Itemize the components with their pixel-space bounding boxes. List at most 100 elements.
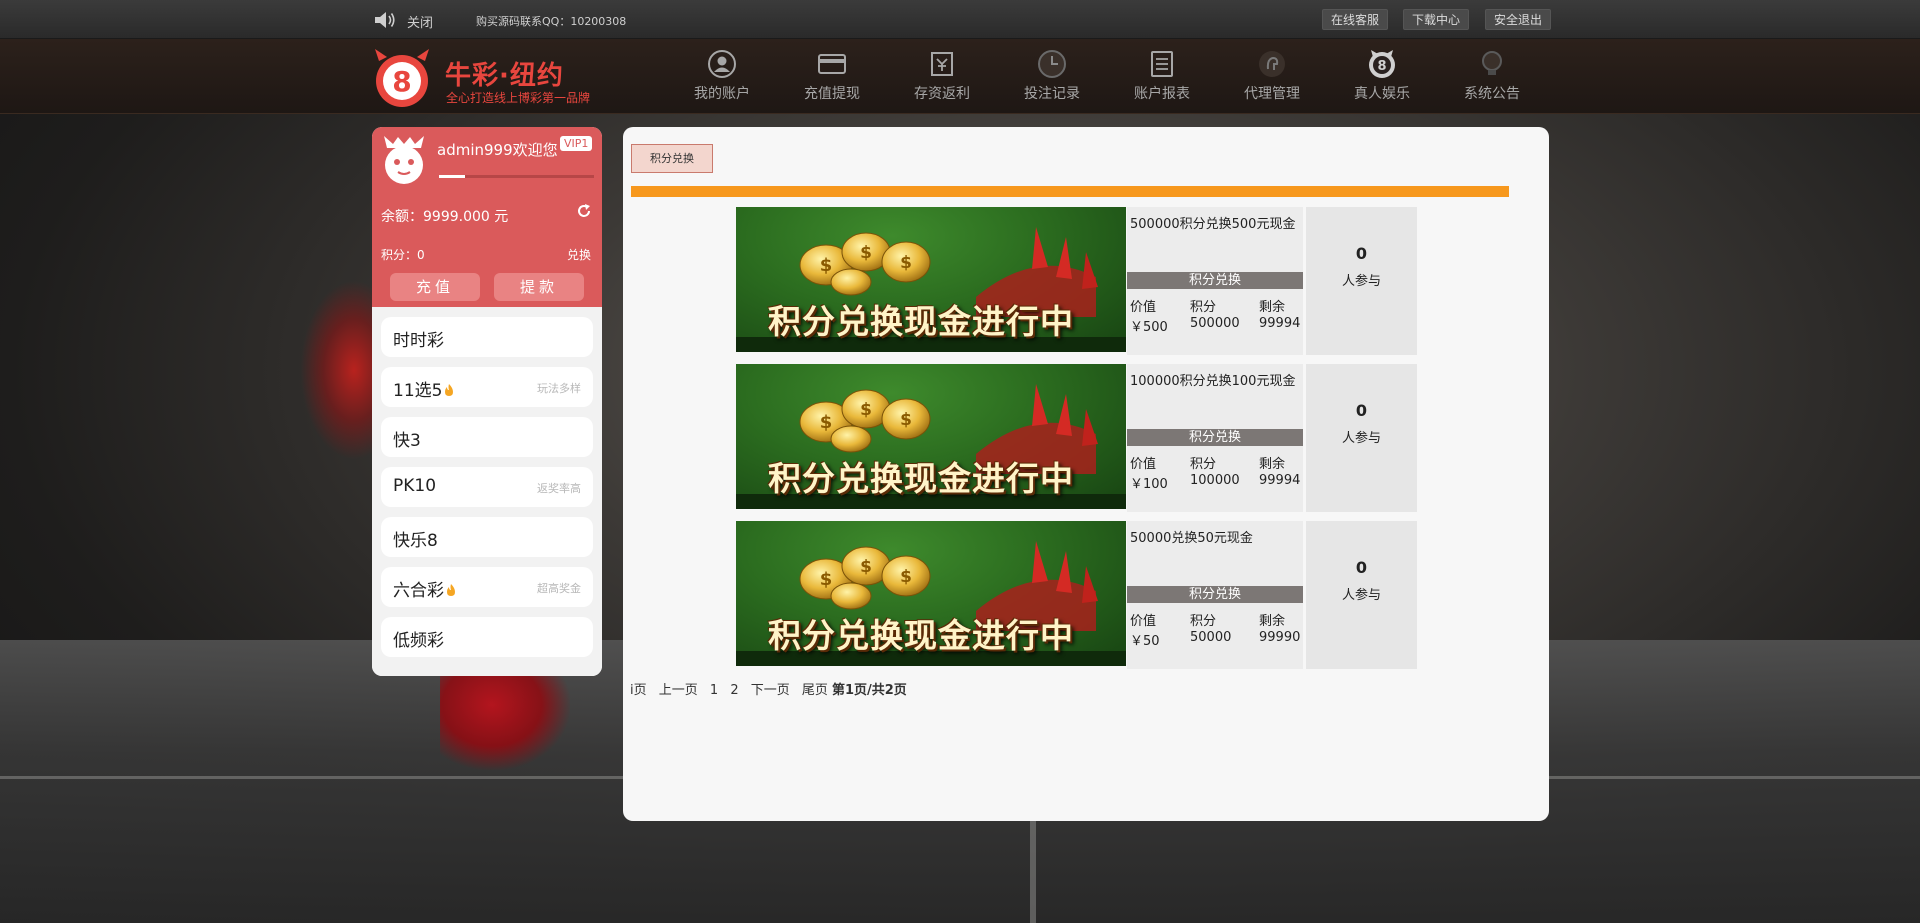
logo-subtitle: 全心打造线上博彩第一品牌 [446,91,591,105]
fire-icon [447,584,455,596]
svg-text:8: 8 [392,65,411,98]
nav-account-report[interactable]: 账户报表 [1117,49,1207,103]
nav-label: 系统公告 [1464,86,1520,102]
logo-icon[interactable]: 8 [371,47,433,109]
first-page-link[interactable]: i页 [630,683,647,698]
game-item-ssc[interactable]: 时时彩 [381,317,593,357]
game-tag: 返奖率高 [537,482,581,495]
svg-text:$: $ [860,400,872,420]
nav-label: 充值提现 [804,86,860,102]
nav-live-casino[interactable]: 8 真人娱乐 [1337,49,1427,103]
page-1-link[interactable]: 1 [710,683,718,698]
offer-title: 50000兑换50元现金 [1130,531,1253,546]
svg-text:$: $ [860,243,872,263]
contact-qq-text: 购买源码联系QQ：10200308 [476,15,627,28]
points-amount: 50000 [1190,630,1232,645]
remaining-amount: 99994 [1259,473,1301,488]
last-page-link[interactable]: 尾页 [802,683,828,698]
game-item-lhc[interactable]: 六合彩 超高奖金 [381,567,593,607]
orange-divider [631,186,1509,197]
game-item-k3[interactable]: 快3 [381,417,593,457]
game-item-11x5[interactable]: 11选5 玩法多样 [381,367,593,407]
game-item-pk10[interactable]: PK10 返奖率高 [381,467,593,507]
next-page-link[interactable]: 下一页 [751,683,790,698]
banner-caption: 积分兑换现金进行中 [768,302,1074,341]
participants-box: 0 人参与 [1306,521,1417,669]
rebate-icon [931,52,953,76]
game-item-dpc[interactable]: 低频彩 [381,617,593,657]
remaining-label: 剩余 [1259,300,1286,315]
nav-agent-management[interactable]: 代理管理 [1227,49,1317,103]
game-name: 11选5 [393,381,443,401]
svg-text:$: $ [820,255,833,276]
user-info-box: admin999欢迎您 VIP1 余额：9999.000 元 积分：0 兑换 充… [372,127,602,307]
refresh-icon[interactable] [576,203,592,219]
fire-icon [445,384,454,396]
game-name: 快3 [393,431,421,451]
exchange-button[interactable]: 积分兑换 [1127,429,1303,446]
points-label: 积分 [1190,300,1217,315]
tab-points-exchange[interactable]: 积分兑换 [631,144,713,173]
offer-title: 500000积分兑换500元现金 [1130,217,1296,232]
nav-label: 真人娱乐 [1354,86,1410,102]
live-casino-icon: 8 [1369,50,1395,78]
nav-announcements[interactable]: 系统公告 [1447,49,1537,103]
offer-info: 500000积分兑换500元现金 积分兑换 价值 积分 剩余 ￥500 5000… [1127,207,1303,355]
offer-row: $ $ $ 积分兑换现金进行中 50000兑换50元现金 积分兑换 价值 积分 … [736,521,1417,669]
username: admin999欢迎您 [437,141,558,159]
nav-label: 投注记录 [1024,86,1080,102]
close-audio-link[interactable]: 关闭 [407,12,433,31]
recharge-button[interactable]: 充值 [390,273,480,301]
offer-banner-image[interactable]: $ $ $ 积分兑换现金进行中 [736,364,1126,509]
points-amount: 100000 [1190,473,1240,488]
nav-label: 存资返利 [914,86,970,102]
offer-row: $ $ $ 积分兑换现金进行中 100000积分兑换100元现金 积分兑换 价值… [736,364,1417,512]
exchange-button[interactable]: 积分兑换 [1127,272,1303,289]
report-icon [1151,51,1173,77]
prev-page-link[interactable]: 上一页 [659,683,698,698]
game-name: PK10 [393,476,437,496]
game-name-wrap: 11选5 [393,376,455,401]
nav-bet-records[interactable]: 投注记录 [1007,49,1097,103]
nav-my-account[interactable]: 我的账户 [677,49,767,103]
remaining-label: 剩余 [1259,457,1286,472]
participants-count: 0 [1355,244,1368,263]
nav-label: 我的账户 [694,86,750,102]
participants-box: 0 人参与 [1306,364,1417,512]
exchange-link[interactable]: 兑换 [567,246,591,263]
points-label: 积分 [1190,614,1217,629]
online-service-button[interactable]: 在线客服 [1322,9,1389,30]
svg-text:$: $ [860,557,872,577]
background-center-line [1030,820,1036,923]
nav-label: 代理管理 [1244,86,1300,102]
offer-info: 50000兑换50元现金 积分兑换 价值 积分 剩余 ￥50 50000 999… [1127,521,1303,669]
vip-progress-fill [439,175,466,178]
nav-recharge-withdraw[interactable]: 充值提现 [787,49,877,103]
game-name: 六合彩 [393,581,444,601]
offer-banner-image[interactable]: $ $ $ 积分兑换现金进行中 [736,207,1126,352]
points-text: 积分：0 [381,248,425,262]
svg-text:8: 8 [1377,59,1386,74]
participants-box: 0 人参与 [1306,207,1417,355]
game-item-kl8[interactable]: 快乐8 [381,517,593,557]
nav-rebate[interactable]: 存资返利 [897,49,987,103]
withdraw-button[interactable]: 提款 [494,273,584,301]
header: 8 牛彩·纽约 全心打造线上博彩第一品牌 我的账户 充值提现 存资返利 投注记录 [0,39,1920,114]
pagination: i页 上一页 1 2 下一页 尾页 第1页/共2页 [630,679,907,698]
vip-progress-bar [439,175,594,178]
download-center-button[interactable]: 下载中心 [1403,9,1470,30]
offer-banner-image[interactable]: $ $ $ 积分兑换现金进行中 [736,521,1126,666]
avatar [384,136,424,184]
card-icon [818,54,846,74]
points-amount: 500000 [1190,316,1240,331]
logo-title: 牛彩·纽约 [445,61,564,91]
value-amount: ￥50 [1130,634,1160,649]
logout-button[interactable]: 安全退出 [1485,9,1552,30]
exchange-button[interactable]: 积分兑换 [1127,586,1303,603]
game-list: 时时彩 11选5 玩法多样 快3 PK10 返奖率高 快乐8 六合彩 超高奖金 … [372,307,602,676]
banner-caption: 积分兑换现金进行中 [768,459,1074,498]
game-tag: 玩法多样 [537,382,581,395]
speaker-icon[interactable] [373,10,397,30]
page-2-link[interactable]: 2 [730,683,738,698]
points-label: 积分 [1190,457,1217,472]
